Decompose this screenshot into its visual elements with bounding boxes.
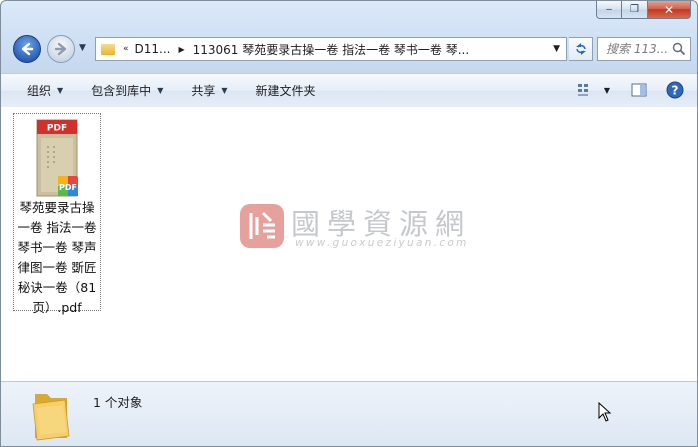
search-input[interactable]	[604, 41, 674, 57]
caption-buttons: ‒ ❐ ✕	[596, 1, 691, 19]
svg-text:?: ?	[672, 84, 679, 98]
help-button[interactable]: ?	[661, 78, 689, 102]
breadcrumb-item[interactable]: 113061 琴苑要录古操一卷 指法一卷 琴书一卷 琴...	[193, 41, 470, 58]
share-menu[interactable]: 共享 ▼	[183, 79, 235, 103]
watermark-url: www.guoxueziyuan.com	[295, 237, 469, 249]
address-dropdown[interactable]: ▼	[553, 44, 560, 54]
refresh-button[interactable]	[569, 37, 593, 61]
close-button[interactable]: ✕	[648, 1, 691, 19]
file-item[interactable]: PDF PDF 琴苑要录古操一卷 指法一卷 琴书一卷 琴声律图一卷 斲匠秘诀一卷…	[13, 113, 101, 315]
view-dropdown[interactable]: ▼	[599, 78, 615, 102]
new-folder-label: 新建文件夹	[255, 84, 316, 98]
command-bar: 组织 ▼ 包含到库中 ▼ 共享 ▼ 新建文件夹 ▼ ?	[1, 73, 697, 108]
pdf-file-icon: PDF PDF	[36, 119, 78, 197]
address-bar[interactable]: « D11... ▶ 113061 琴苑要录古操一卷 指法一卷 琴书一卷 琴..…	[95, 37, 567, 61]
search-box[interactable]	[597, 37, 691, 61]
change-view-button[interactable]	[571, 78, 599, 102]
view-controls: ▼ ?	[571, 78, 689, 102]
chevron-down-icon: ▼	[157, 86, 164, 95]
search-icon[interactable]	[672, 42, 686, 56]
chevron-down-icon: ▼	[57, 86, 64, 95]
watermark: 國學資源網 www.guoxueziyuan.com	[237, 199, 497, 255]
minimize-button[interactable]: ‒	[596, 1, 622, 19]
mouse-cursor-icon	[598, 402, 612, 422]
breadcrumb-overflow[interactable]: «	[123, 44, 129, 54]
breadcrumb-item[interactable]: D11...	[135, 42, 171, 56]
watermark-seal-icon	[240, 204, 284, 248]
recent-pages-dropdown[interactable]: ▼	[79, 43, 86, 53]
folder-icon	[101, 43, 115, 55]
navigation-bar: ▼ « D11... ▶ 113061 琴苑要录古操一卷 指法一卷 琴书一卷 琴…	[11, 33, 691, 65]
preview-pane-button[interactable]	[625, 78, 653, 102]
new-folder-button[interactable]: 新建文件夹	[248, 79, 324, 103]
share-label: 共享	[191, 84, 216, 98]
include-library-label: 包含到库中	[91, 84, 152, 98]
folder-icon	[32, 394, 70, 441]
maximize-button[interactable]: ❐	[622, 1, 648, 19]
file-name-label: 琴苑要录古操一卷 指法一卷 琴书一卷 琴声律图一卷 斲匠秘诀一卷（81页）.pd…	[17, 200, 97, 315]
organize-label: 组织	[27, 84, 52, 98]
include-in-library-menu[interactable]: 包含到库中 ▼	[83, 79, 171, 103]
back-button[interactable]	[13, 35, 41, 63]
item-count: 1 个对象	[93, 395, 143, 410]
help-icon: ?	[666, 81, 684, 99]
organize-menu[interactable]: 组织 ▼	[19, 79, 71, 103]
refresh-icon	[575, 43, 586, 55]
preview-pane-icon	[631, 83, 647, 97]
arrow-right-icon	[54, 42, 67, 56]
details-pane: 1 个对象	[1, 381, 697, 446]
pdf-app-badge: PDF	[59, 183, 77, 192]
arrow-left-icon	[21, 42, 34, 56]
forward-button[interactable]	[47, 35, 75, 63]
view-grid-icon	[578, 84, 588, 96]
breadcrumb-separator-icon[interactable]: ▶	[178, 45, 184, 54]
chevron-down-icon: ▼	[221, 86, 228, 95]
explorer-window: ‒ ❐ ✕ ▼ « D11... ▶ 113061 琴苑要录古操一卷 指法一卷 …	[0, 0, 698, 447]
file-list-area[interactable]: PDF PDF 琴苑要录古操一卷 指法一卷 琴书一卷 琴声律图一卷 斲匠秘诀一卷…	[1, 107, 697, 381]
pdf-badge: PDF	[47, 124, 67, 134]
